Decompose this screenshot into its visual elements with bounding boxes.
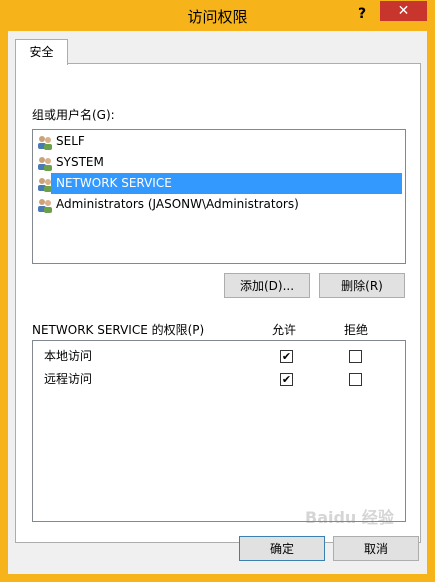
deny-checkbox-local[interactable] <box>349 350 362 363</box>
tab-security[interactable]: 安全 <box>15 39 68 65</box>
deny-column-header: 拒绝 <box>344 323 369 337</box>
permissions-list: 本地访问 ✔ 远程访问 ✔ <box>32 340 406 522</box>
permissions-label: NETWORK SERVICE 的权限(P) <box>32 323 205 337</box>
security-tab-panel: 组或用户名(G): SELF SYSTEM NETWORK SERVICE Ad… <box>15 63 421 543</box>
group-user-listbox[interactable]: SELF SYSTEM NETWORK SERVICE Administrato… <box>32 129 406 264</box>
allow-checkbox-local[interactable]: ✔ <box>280 350 293 363</box>
user-group-icon <box>37 155 53 171</box>
user-group-icon <box>37 197 53 213</box>
title-bar[interactable]: 访问权限 ? ✕ <box>0 0 435 31</box>
remove-button[interactable]: 删除(R) <box>319 273 405 298</box>
allow-checkbox-remote[interactable]: ✔ <box>280 373 293 386</box>
list-item[interactable]: SYSTEM <box>56 152 104 173</box>
add-button[interactable]: 添加(D)... <box>224 273 310 298</box>
list-item[interactable]: Administrators (JASONW\Administrators) <box>56 194 299 215</box>
baidu-watermark: Baidu 经验 <box>305 508 394 527</box>
list-item[interactable]: SELF <box>56 131 85 152</box>
close-button[interactable]: ✕ <box>380 1 427 21</box>
dialog-client-area: 安全 组或用户名(G): SELF SYSTEM NETWORK SERVICE <box>8 31 427 574</box>
permission-row: 远程访问 <box>44 372 93 386</box>
deny-checkbox-remote[interactable] <box>349 373 362 386</box>
cancel-button[interactable]: 取消 <box>333 536 419 561</box>
list-item-selected[interactable]: NETWORK SERVICE <box>51 173 402 194</box>
groups-label: 组或用户名(G): <box>32 108 115 122</box>
help-button[interactable]: ? <box>352 4 372 24</box>
dialog-window: 访问权限 ? ✕ 安全 组或用户名(G): SELF SYSTEM NETWOR… <box>0 0 435 582</box>
permission-row: 本地访问 <box>44 349 93 363</box>
user-group-icon <box>37 134 53 150</box>
ok-button[interactable]: 确定 <box>239 536 325 561</box>
allow-column-header: 允许 <box>272 323 297 337</box>
